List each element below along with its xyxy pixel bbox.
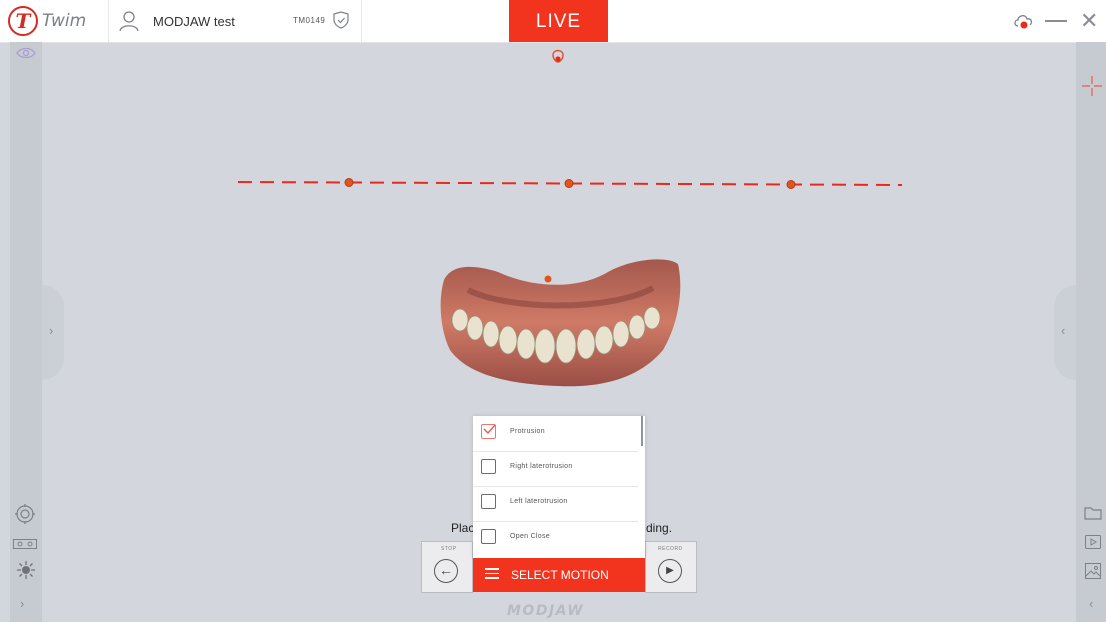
dental-arch-model[interactable] [438,250,686,392]
motion-label: Open Close [510,533,550,540]
landmark-point[interactable] [564,179,574,188]
motion-label: Left laterotrusion [510,498,568,505]
folder-icon[interactable] [1084,506,1102,525]
record-label: RECORD [658,546,683,552]
app-name: Twim [42,11,87,31]
light-icon[interactable] [16,560,36,585]
divider [108,0,109,42]
user-icon[interactable] [118,10,140,37]
target-icon[interactable] [15,504,35,529]
patient-id: TM0149 [293,16,326,25]
landmark-point[interactable] [786,180,796,189]
crosshair-icon[interactable] [1082,76,1102,101]
stop-button[interactable]: STOP ← [421,541,473,593]
divider [361,0,362,42]
instruction-text: ding. [646,521,673,535]
checkbox[interactable] [481,529,496,544]
select-motion-button[interactable]: SELECT MOTION [473,558,645,592]
chevron-right-icon[interactable]: › [49,323,53,338]
motion-label: Right laterotrusion [510,463,573,470]
landmark-point[interactable] [344,178,354,187]
back-arrow-icon: ← [434,559,458,583]
record-button[interactable]: RECORD ▶ [645,541,697,593]
live-indicator[interactable]: LIVE [509,0,608,42]
motion-list: Protrusion Right laterotrusion Left late… [473,416,645,558]
app-logo: T [8,6,38,36]
landmark-point[interactable] [544,275,552,283]
chevron-left-icon[interactable]: ‹ [1089,596,1093,611]
left-sidebar [10,42,42,622]
scrollbar[interactable] [641,416,643,446]
shield-check-icon[interactable] [332,11,350,34]
motion-item-protrusion[interactable]: Protrusion [473,416,638,452]
play-icon: ▶ [658,559,682,583]
instruction-text: Plac [451,521,475,535]
occlusal-plane-line [237,178,903,189]
motion-item-right-laterotrusion[interactable]: Right laterotrusion [473,451,638,487]
image-icon[interactable] [1085,563,1101,584]
checkbox-checked[interactable] [481,424,496,439]
menu-icon [485,568,499,579]
checkbox[interactable] [481,494,496,509]
play-file-icon[interactable] [1085,535,1101,554]
eye-icon[interactable] [16,46,36,65]
head-icon[interactable] [550,46,566,69]
minimize-button[interactable] [1045,20,1067,22]
patient-name[interactable]: MODJAW test [153,14,235,29]
close-button[interactable]: ✕ [1080,8,1098,34]
title-bar: T Twim MODJAW test TM0149 LIVE ✕ [0,0,1106,43]
modjaw-logo: MODJAW [507,603,585,619]
motion-label: Protrusion [510,428,545,435]
checkbox[interactable] [481,459,496,474]
select-motion-label: SELECT MOTION [511,568,609,582]
motion-item-open-close[interactable]: Open Close [473,521,638,556]
motion-item-left-laterotrusion[interactable]: Left laterotrusion [473,486,638,522]
cameras-icon[interactable] [13,536,37,554]
cloud-record-icon[interactable] [1013,11,1035,36]
chevron-right-icon[interactable]: › [20,596,24,611]
stop-label: STOP [441,546,457,552]
chevron-left-icon[interactable]: ‹ [1061,323,1065,338]
